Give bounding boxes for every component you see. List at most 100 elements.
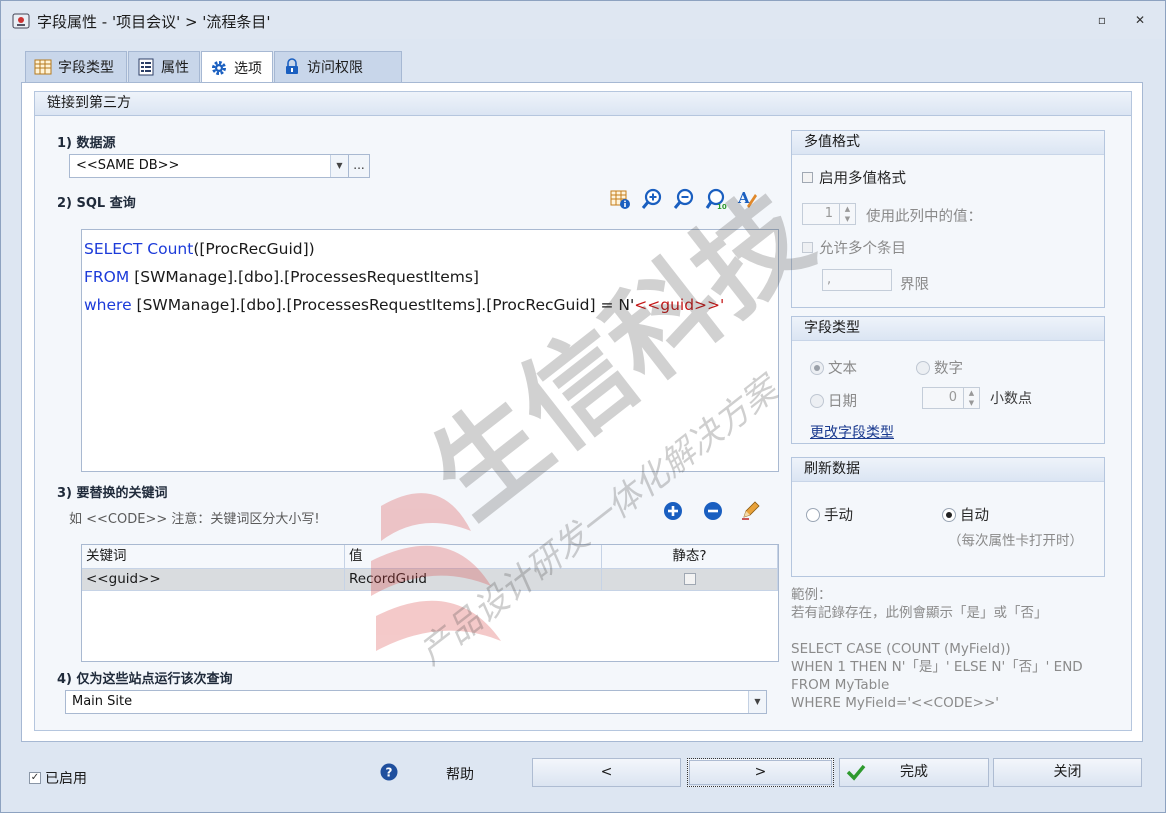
tab-properties[interactable]: 属性: [128, 51, 200, 82]
number-type-label: 数字: [934, 361, 963, 377]
edit-pencil-icon[interactable]: [741, 500, 761, 520]
lock-icon: [286, 58, 298, 74]
enable-multivalue-option[interactable]: 启用多值格式: [802, 167, 906, 188]
keywords-hint: 如 <<CODE>> 注意：关键词区分大小写!: [69, 512, 320, 527]
sql-line-3: where [SWManage].[dbo].[ProcessesRequest…: [84, 291, 778, 319]
sql-query-editor[interactable]: SELECT Count([ProcRecGuid]) FROM [SWMana…: [81, 229, 779, 472]
options-panel: 链接到第三方 1) 数据源 <<SAME DB>> ▼ ... 2) SQL 查…: [21, 82, 1143, 742]
enabled-label: 已启用: [45, 771, 87, 787]
chevron-down-icon[interactable]: ▼: [748, 691, 766, 713]
static-checkbox[interactable]: [683, 573, 696, 585]
title-bar: 字段属性 - '项目会议' > '流程条目' ▫ ✕: [1, 1, 1165, 39]
tab-label: 访问权限: [307, 60, 363, 76]
dialog-window: 字段属性 - '项目会议' > '流程条目' ▫ ✕ 字段类型 属性 选项 访问…: [0, 0, 1166, 813]
tab-label: 字段类型: [58, 60, 114, 76]
decimals-value: 0: [948, 390, 957, 405]
checkmark-icon: [846, 764, 866, 781]
sql-function: Count: [147, 240, 194, 258]
datasource-label: 1) 数据源: [57, 136, 116, 151]
tab-options[interactable]: 选项: [201, 51, 273, 83]
column-header-value[interactable]: 值: [345, 545, 602, 568]
enable-multivalue-checkbox[interactable]: [802, 172, 813, 183]
tab-access[interactable]: 访问权限: [274, 51, 402, 82]
auto-refresh-option[interactable]: 自动: [942, 504, 989, 525]
radio-button[interactable]: [806, 507, 820, 522]
sql-text: [SWManage].[dbo].[ProcessesRequestItems]…: [136, 296, 635, 314]
stepper-arrows-icon[interactable]: ▲ ▼: [839, 204, 855, 224]
datasource-browse-button[interactable]: ...: [348, 154, 370, 178]
allow-multiple-label: 允许多个条目: [819, 241, 906, 257]
cell-static: [602, 569, 778, 590]
radio-button[interactable]: [810, 393, 824, 408]
keywords-table: 关键词 值 静态? <<guid>> RecordGuid: [81, 544, 779, 662]
gear-icon: [212, 60, 226, 75]
column-header-keyword[interactable]: 关键词: [82, 545, 345, 568]
enabled-option[interactable]: ✓ 已启用: [29, 768, 87, 788]
text-type-label: 文本: [828, 361, 857, 377]
multivalue-title: 多值格式: [792, 131, 1104, 155]
chevron-down-icon[interactable]: ▼: [330, 155, 348, 177]
allow-multiple-option[interactable]: 允许多个条目: [802, 237, 906, 258]
column-index-value: 1: [824, 206, 833, 221]
sql-text: [SWManage].[dbo].[ProcessesRequestItems]: [134, 268, 479, 286]
radio-button[interactable]: [916, 360, 930, 375]
refresh-title: 刷新数据: [792, 458, 1104, 482]
zoom-100-icon[interactable]: 100: [705, 188, 727, 210]
sql-keyword: FROM: [84, 268, 135, 286]
properties-list-icon: [138, 58, 154, 76]
previous-button[interactable]: <: [532, 758, 681, 787]
sql-label: 2) SQL 查询: [57, 196, 136, 211]
tab-label: 属性: [161, 60, 189, 76]
tab-field-type[interactable]: 字段类型: [25, 51, 127, 82]
table-row[interactable]: <<guid>> RecordGuid: [82, 569, 778, 591]
radio-button[interactable]: [810, 360, 824, 375]
close-icon[interactable]: ✕: [1133, 13, 1147, 27]
remove-circle-icon[interactable]: [703, 501, 723, 521]
radio-button[interactable]: [942, 507, 956, 522]
stepper-arrows-icon[interactable]: ▲ ▼: [963, 388, 979, 408]
delimiter-input[interactable]: ,: [822, 269, 892, 291]
zoom-out-icon[interactable]: [673, 188, 695, 210]
column-header-static[interactable]: 静态?: [602, 545, 778, 568]
group-title: 链接到第三方: [35, 92, 1131, 116]
enable-multivalue-label: 启用多值格式: [819, 171, 906, 187]
enabled-checkbox[interactable]: ✓: [29, 772, 41, 784]
cell-keyword[interactable]: <<guid>>: [82, 569, 345, 590]
sql-keyword: SELECT: [84, 240, 148, 258]
date-type-option[interactable]: 日期: [810, 390, 857, 411]
sql-keyword: where: [84, 296, 137, 314]
app-icon: [12, 13, 30, 29]
sql-text: ([ProcRecGuid]): [193, 240, 315, 258]
decimals-stepper[interactable]: 0 ▲ ▼: [922, 387, 980, 409]
sites-select[interactable]: Main Site ▼: [65, 690, 767, 714]
sql-line-1: SELECT Count([ProcRecGuid]): [84, 235, 778, 263]
next-button[interactable]: >: [687, 758, 834, 787]
text-type-option[interactable]: 文本: [810, 357, 857, 378]
change-field-type-link[interactable]: 更改字段类型: [810, 422, 894, 442]
column-index-stepper[interactable]: 1 ▲ ▼: [802, 203, 856, 225]
allow-multiple-checkbox[interactable]: [802, 242, 813, 253]
help-icon[interactable]: ?: [380, 763, 398, 781]
svg-text:A: A: [737, 189, 750, 207]
number-type-option[interactable]: 数字: [916, 357, 963, 378]
close-button[interactable]: 关闭: [993, 758, 1142, 787]
finish-button[interactable]: 完成: [839, 758, 989, 787]
table-info-icon[interactable]: [609, 188, 631, 210]
sites-value: Main Site: [72, 694, 133, 709]
field-type-group: 字段类型 文本 数字 日期 0 ▲ ▼ 小数点 更改字段类型: [791, 316, 1105, 444]
tab-strip: 字段类型 属性 选项 访问权限: [25, 51, 403, 83]
spellcheck-icon[interactable]: A: [737, 188, 759, 210]
field-type-title: 字段类型: [792, 317, 1104, 341]
restore-icon[interactable]: ▫: [1095, 13, 1109, 27]
zoom-in-icon[interactable]: [641, 188, 663, 210]
datasource-select[interactable]: <<SAME DB>> ▼: [69, 154, 349, 178]
table-header: 关键词 值 静态?: [82, 545, 778, 569]
manual-refresh-option[interactable]: 手动: [806, 504, 853, 525]
help-link[interactable]: 帮助: [446, 764, 474, 784]
cell-value[interactable]: RecordGuid: [345, 569, 602, 590]
refresh-group: 刷新数据 手动 自动 （每次属性卡打开时）: [791, 457, 1105, 577]
datasource-value: <<SAME DB>>: [76, 158, 180, 173]
table-grid-icon: [34, 59, 52, 75]
column-index-label: 使用此列中的值：: [866, 209, 982, 225]
add-circle-icon[interactable]: [663, 501, 683, 521]
